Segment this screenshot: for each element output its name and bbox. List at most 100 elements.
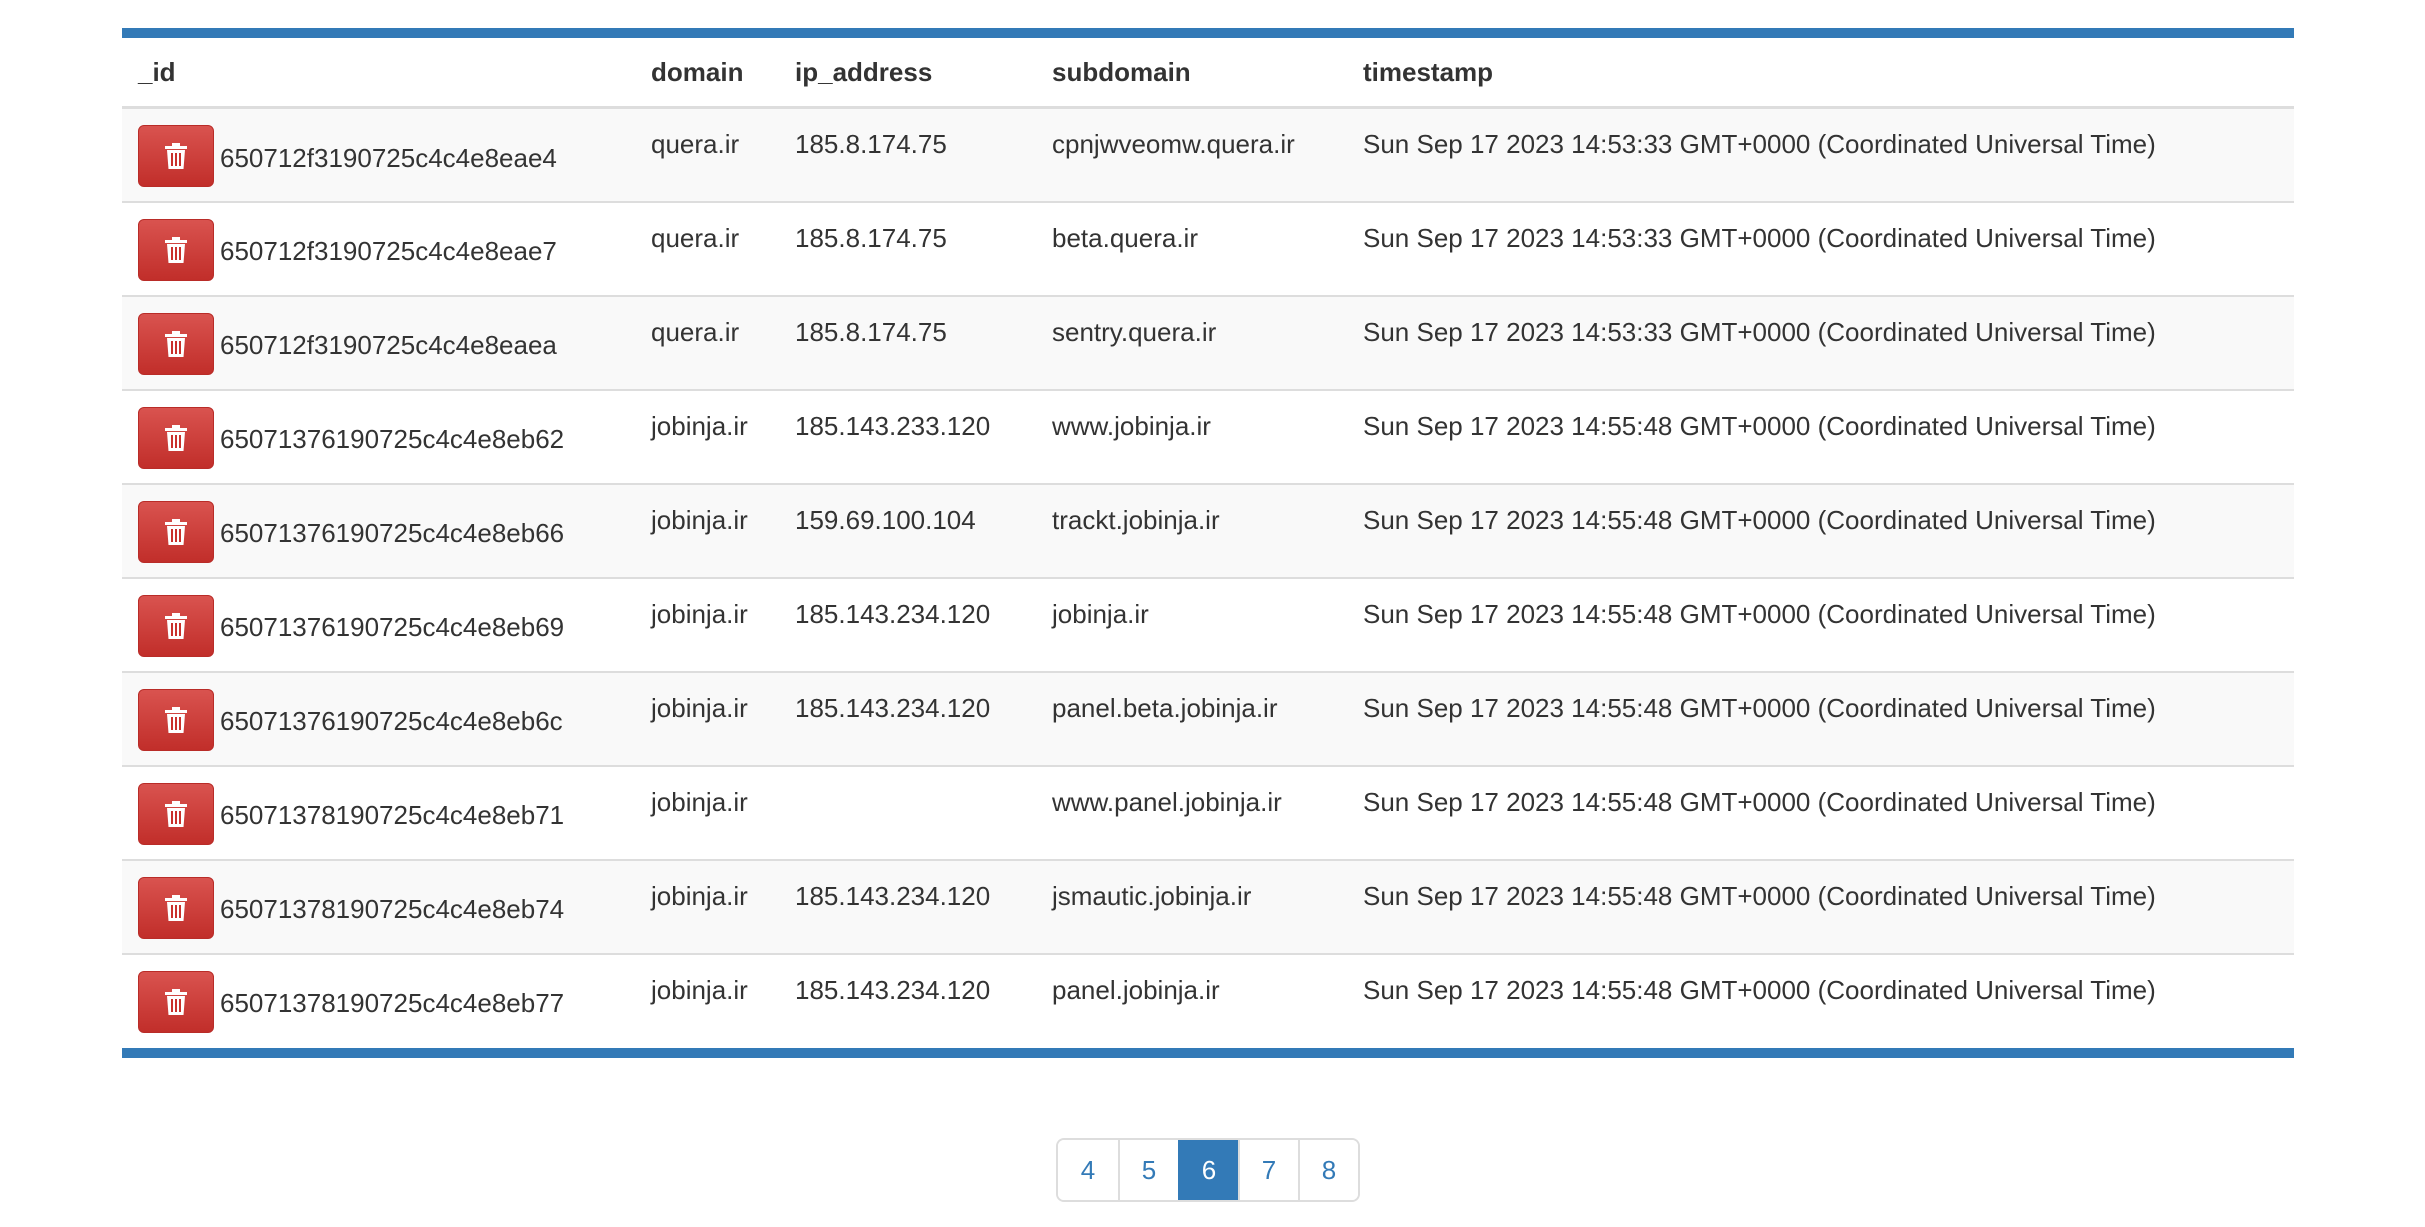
cell-ip-address: 185.143.234.120	[779, 576, 1036, 672]
cell-id: 65071378190725c4c4e8eb77	[122, 952, 635, 1048]
delete-button[interactable]	[138, 876, 214, 939]
cell-domain: jobinja.ir	[635, 388, 779, 484]
cell-timestamp: Sun Sep 17 2023 14:55:48 GMT+0000 (Coord…	[1347, 482, 2294, 578]
table-row: 65071376190725c4c4e8eb66 jobinja.ir 159.69…	[122, 482, 2294, 578]
record-id: 650712f3190725c4c4e8eae7	[220, 236, 557, 266]
id-cell-content: 65071376190725c4c4e8eb6c	[138, 688, 619, 751]
cell-subdomain: trackt.jobinja.ir	[1036, 482, 1347, 578]
cell-subdomain: sentry.quera.ir	[1036, 294, 1347, 390]
trash-icon	[163, 894, 189, 922]
id-cell-content: 65071378190725c4c4e8eb77	[138, 970, 619, 1033]
cell-ip-address: 185.143.234.120	[779, 858, 1036, 954]
cell-subdomain: www.jobinja.ir	[1036, 388, 1347, 484]
page-link-5[interactable]: 5	[1118, 1140, 1178, 1200]
cell-domain: quera.ir	[651, 129, 740, 159]
cell-id: 650712f3190725c4c4e8eae7	[122, 200, 635, 296]
id-cell-content: 65071376190725c4c4e8eb62	[138, 406, 619, 469]
cell-timestamp: Sun Sep 17 2023 14:53:33 GMT+0000 (Coord…	[1363, 129, 2156, 159]
delete-button[interactable]	[138, 500, 214, 563]
cell-timestamp: Sun Sep 17 2023 14:55:48 GMT+0000 (Coord…	[1347, 952, 2294, 1048]
cell-domain: jobinja.ir	[635, 576, 779, 672]
id-cell-content: 650712f3190725c4c4e8eae4	[138, 125, 619, 187]
column-header-timestamp: timestamp	[1347, 38, 2294, 109]
column-header-ip-address: ip_address	[779, 38, 1036, 109]
id-cell-content: 650712f3190725c4c4e8eae7	[138, 218, 619, 281]
cell-subdomain: beta.quera.ir	[1036, 200, 1347, 296]
cell-id: 650712f3190725c4c4e8eae4	[122, 108, 635, 202]
delete-button[interactable]	[138, 688, 214, 751]
delete-button[interactable]	[138, 970, 214, 1033]
trash-icon	[163, 330, 189, 358]
trash-icon	[163, 800, 189, 828]
cell-ip-address	[779, 764, 1036, 860]
cell-id: 65071376190725c4c4e8eb62	[122, 388, 635, 484]
cell-id: 65071378190725c4c4e8eb71	[122, 764, 635, 860]
column-header-id: _id	[122, 38, 635, 109]
delete-button[interactable]	[138, 406, 214, 469]
delete-button[interactable]	[138, 594, 214, 657]
id-cell-content: 65071376190725c4c4e8eb69	[138, 594, 619, 657]
page: _id domain ip_address subdomain timestam…	[0, 0, 2425, 1227]
cell-timestamp: Sun Sep 17 2023 14:55:48 GMT+0000 (Coord…	[1347, 576, 2294, 672]
page-link-7[interactable]: 7	[1238, 1140, 1298, 1200]
delete-button[interactable]	[138, 125, 214, 187]
table-header: _id domain ip_address subdomain timestam…	[122, 38, 2294, 109]
cell-subdomain: www.panel.jobinja.ir	[1036, 764, 1347, 860]
record-id: 650712f3190725c4c4e8eae4	[220, 142, 557, 173]
page-link-6[interactable]: 6	[1178, 1140, 1238, 1200]
cell-timestamp: Sun Sep 17 2023 14:55:48 GMT+0000 (Coord…	[1347, 858, 2294, 954]
cell-domain: jobinja.ir	[635, 858, 779, 954]
trash-icon	[163, 424, 189, 452]
header-row: _id domain ip_address subdomain timestam…	[122, 38, 2294, 109]
cell-subdomain: jobinja.ir	[1036, 576, 1347, 672]
cell-ip-address: 185.143.234.120	[779, 952, 1036, 1048]
record-id: 65071376190725c4c4e8eb69	[220, 612, 565, 642]
table-row: 650712f3190725c4c4e8eae7 quera.ir 185.8.17…	[122, 200, 2294, 296]
delete-button[interactable]	[138, 312, 214, 375]
column-header-subdomain: subdomain	[1036, 38, 1347, 109]
cell-subdomain: jsmautic.jobinja.ir	[1036, 858, 1347, 954]
id-cell-content: 65071378190725c4c4e8eb74	[138, 876, 619, 939]
page-link-8[interactable]: 8	[1298, 1140, 1358, 1200]
record-id: 650712f3190725c4c4e8eaea	[220, 330, 557, 360]
record-id: 65071378190725c4c4e8eb77	[220, 988, 565, 1018]
cell-timestamp: Sun Sep 17 2023 14:55:48 GMT+0000 (Coord…	[1347, 388, 2294, 484]
cell-timestamp: Sun Sep 17 2023 14:55:48 GMT+0000 (Coord…	[1347, 670, 2294, 766]
records-table-container: _id domain ip_address subdomain timestam…	[122, 28, 2294, 1058]
cell-ip-address: 185.143.234.120	[779, 670, 1036, 766]
page-link-4[interactable]: 4	[1058, 1140, 1118, 1200]
record-id: 65071376190725c4c4e8eb62	[220, 424, 565, 454]
cell-subdomain: cpnjwveomw.quera.ir	[1052, 129, 1295, 159]
cell-id: 650712f3190725c4c4e8eaea	[122, 294, 635, 390]
cell-ip-address: 185.143.233.120	[779, 388, 1036, 484]
cell-ip-address: 185.8.174.75	[779, 294, 1036, 390]
record-id: 65071376190725c4c4e8eb6c	[220, 706, 563, 736]
record-id: 65071376190725c4c4e8eb66	[220, 518, 565, 548]
cell-timestamp: Sun Sep 17 2023 14:55:48 GMT+0000 (Coord…	[1347, 764, 2294, 860]
cell-domain: quera.ir	[635, 294, 779, 390]
cell-timestamp: Sun Sep 17 2023 14:53:33 GMT+0000 (Coord…	[1347, 294, 2294, 390]
table-body: 650712f3190725c4c4e8eae4 quera.ir 185.8.17…	[122, 107, 2294, 1048]
delete-button[interactable]	[138, 782, 214, 845]
cell-ip-address: 159.69.100.104	[779, 482, 1036, 578]
cell-id: 65071376190725c4c4e8eb69	[122, 576, 635, 672]
cell-subdomain: panel.jobinja.ir	[1036, 952, 1347, 1048]
records-table: _id domain ip_address subdomain timestam…	[122, 38, 2294, 1048]
delete-button[interactable]	[138, 218, 214, 281]
trash-icon	[163, 142, 189, 170]
cell-domain: jobinja.ir	[635, 670, 779, 766]
pagination: 45678	[1056, 1138, 1360, 1202]
trash-icon	[163, 236, 189, 264]
table-row: 65071376190725c4c4e8eb69 jobinja.ir 185.14…	[122, 576, 2294, 672]
cell-domain: jobinja.ir	[635, 482, 779, 578]
cell-domain: jobinja.ir	[635, 764, 779, 860]
cell-ip-address: 185.8.174.75	[779, 200, 1036, 296]
table-row: 65071378190725c4c4e8eb74 jobinja.ir 185.14…	[122, 858, 2294, 954]
trash-icon	[163, 988, 189, 1016]
trash-icon	[163, 612, 189, 640]
cell-id: 65071376190725c4c4e8eb66	[122, 482, 635, 578]
trash-icon	[163, 518, 189, 546]
record-id: 65071378190725c4c4e8eb71	[220, 800, 565, 830]
cell-ip-address: 185.8.174.75	[795, 129, 947, 159]
record-id: 65071378190725c4c4e8eb74	[220, 894, 565, 924]
